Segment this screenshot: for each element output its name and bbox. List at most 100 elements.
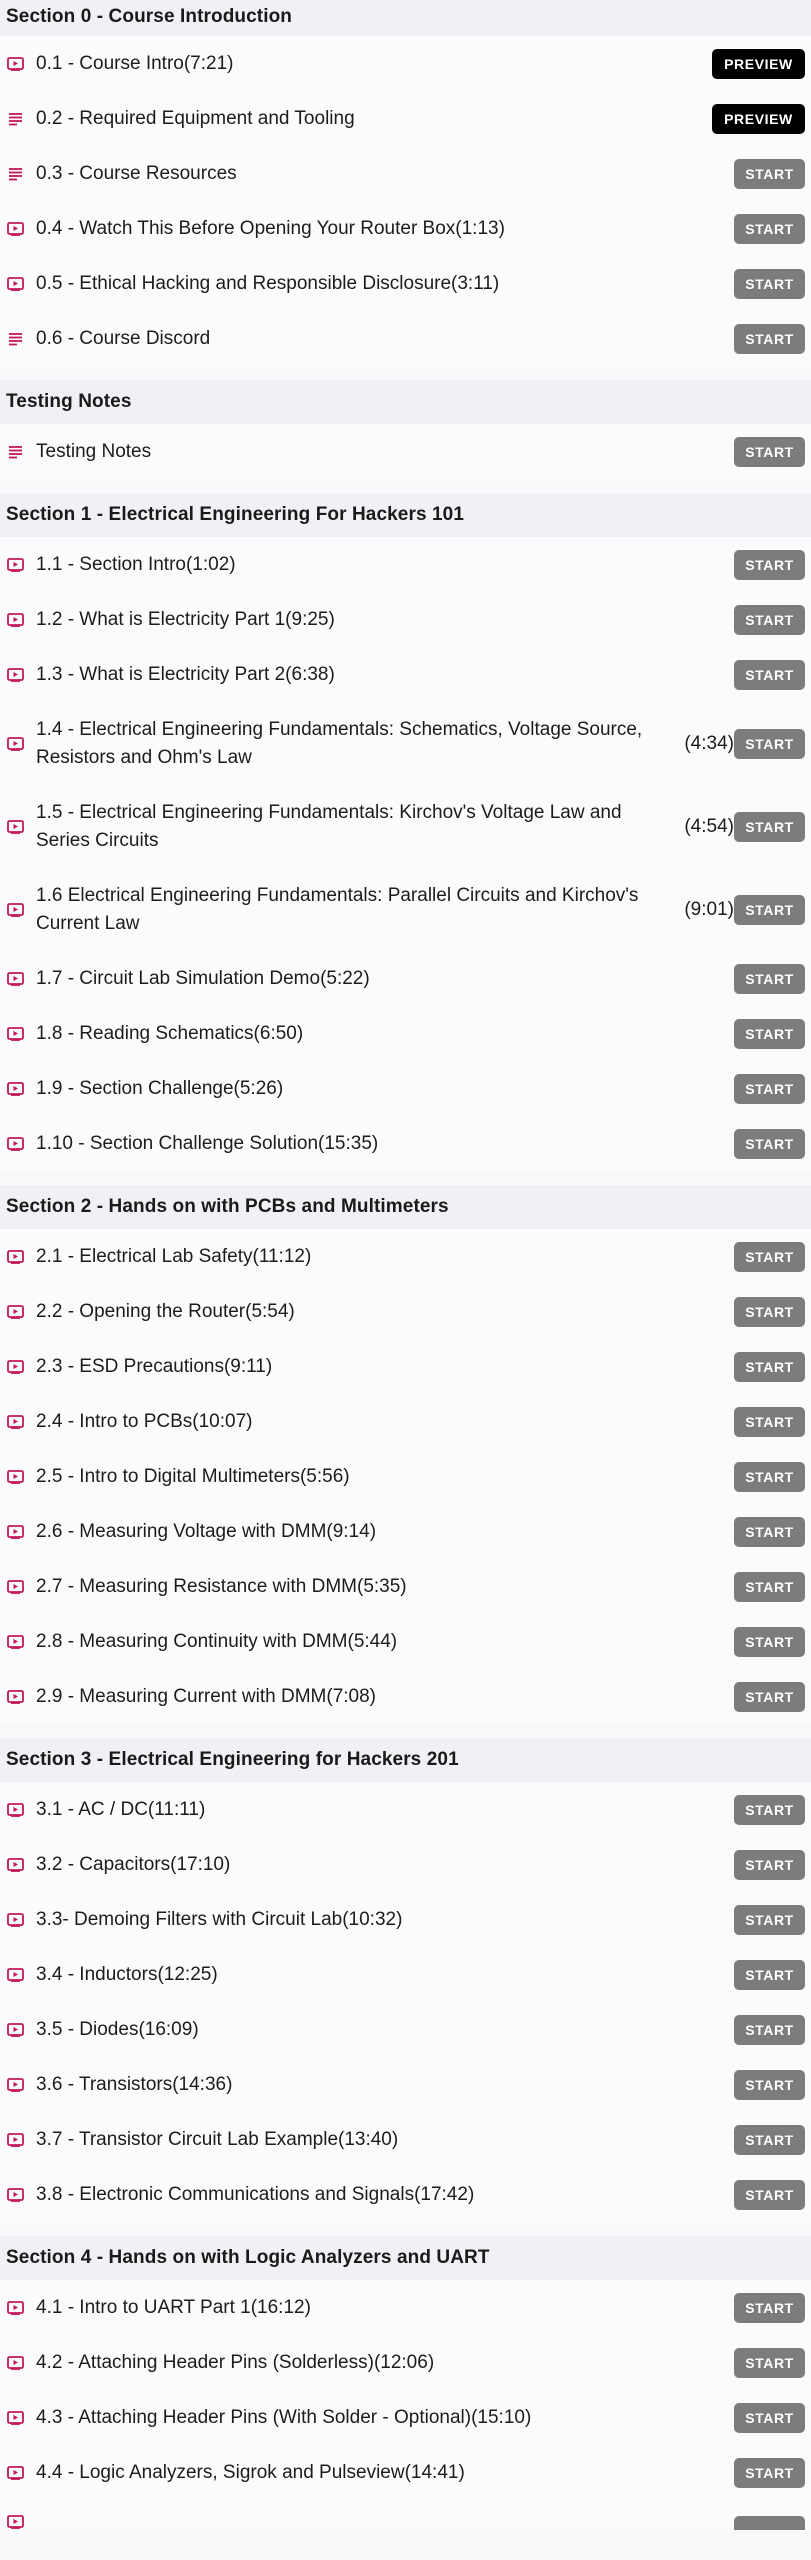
start-button[interactable]: START <box>734 2347 805 2378</box>
lecture-item[interactable]: 1.8 - Reading Schematics(6:50) START <box>0 1006 811 1061</box>
lecture-item[interactable]: 1.5 - Electrical Engineering Fundamental… <box>0 785 811 868</box>
lecture-item[interactable]: 0.6 - Course Discord START <box>0 311 811 366</box>
lecture-item[interactable]: 4.4 - Logic Analyzers, Sigrok and Pulsev… <box>0 2445 811 2500</box>
lecture-item[interactable]: 0.1 - Course Intro(7:21) PREVIEW <box>0 36 811 91</box>
start-button[interactable]: START <box>734 963 805 994</box>
start-button[interactable]: START <box>734 158 805 189</box>
lecture-item[interactable]: 2.8 - Measuring Continuity with DMM(5:44… <box>0 1614 811 1669</box>
start-button[interactable]: START <box>734 549 805 580</box>
video-icon <box>7 1468 24 1485</box>
start-button[interactable]: START <box>734 1959 805 1990</box>
lecture-item[interactable]: 0.4 - Watch This Before Opening Your Rou… <box>0 201 811 256</box>
start-button[interactable]: START <box>734 213 805 244</box>
start-button[interactable]: START <box>734 2292 805 2323</box>
lecture-item[interactable]: 1.2 - What is Electricity Part 1(9:25) ST… <box>0 592 811 647</box>
lecture-item[interactable]: 2.5 - Intro to Digital Multimeters(5:56)… <box>0 1449 811 1504</box>
start-button[interactable]: START <box>734 323 805 354</box>
start-button[interactable]: START <box>734 1904 805 1935</box>
lecture-title: 1.1 - Section Intro(1:02) <box>36 553 236 575</box>
lecture-item[interactable]: 2.1 - Electrical Lab Safety(11:12) START <box>0 1229 811 1284</box>
start-button[interactable]: START <box>734 1128 805 1159</box>
start-button[interactable]: START <box>734 2457 805 2488</box>
start-button[interactable]: START <box>734 2179 805 2210</box>
lecture-item[interactable]: 3.2 - Capacitors(17:10) START <box>0 1837 811 1892</box>
lecture-item[interactable]: 0.3 - Course Resources START <box>0 146 811 201</box>
section-title: Testing Notes <box>0 380 811 424</box>
start-button[interactable]: START <box>734 604 805 635</box>
lecture-item[interactable]: 4.1 - Intro to UART Part 1(16:12) START <box>0 2280 811 2335</box>
preview-button[interactable]: PREVIEW <box>712 103 805 134</box>
lecture-item[interactable]: 3.4 - Inductors(12:25) START <box>0 1947 811 2002</box>
curriculum-section: Section 2 - Hands on with PCBs and Multi… <box>0 1185 811 1724</box>
lecture-item[interactable]: 1.1 - Section Intro(1:02) START <box>0 537 811 592</box>
lecture-item[interactable]: 2.6 - Measuring Voltage with DMM(9:14) ST… <box>0 1504 811 1559</box>
lecture-item[interactable]: 2.7 - Measuring Resistance with DMM(5:35… <box>0 1559 811 1614</box>
lecture-title: 4.2 - Attaching Header Pins (Solderless)… <box>36 2351 435 2373</box>
start-button[interactable]: START <box>734 1626 805 1657</box>
start-button[interactable]: START <box>734 1461 805 1492</box>
lecture-item[interactable]: 1.4 - Electrical Engineering Fundamental… <box>0 702 811 785</box>
lecture-item[interactable]: 4.5START <box>0 2500 811 2530</box>
start-button[interactable]: START <box>734 2124 805 2155</box>
section-title: Section 3 - Electrical Engineering for H… <box>0 1738 811 1782</box>
start-button[interactable]: START <box>734 436 805 467</box>
lecture-item[interactable]: 0.5 - Ethical Hacking and Responsible Di… <box>0 256 811 311</box>
start-button[interactable]: START <box>734 1794 805 1825</box>
video-icon <box>7 2299 24 2316</box>
start-button[interactable]: START <box>734 2014 805 2045</box>
lecture-item[interactable]: 3.7 - Transistor Circuit Lab Example(13:… <box>0 2112 811 2167</box>
start-button[interactable]: START <box>734 894 805 925</box>
lecture-title: 3.6 - Transistors(14:36) <box>36 2073 233 2095</box>
lecture-title: 2.1 - Electrical Lab Safety(11:12) <box>36 1245 312 1267</box>
lecture-item[interactable]: 2.4 - Intro to PCBs(10:07) START <box>0 1394 811 1449</box>
curriculum-section: Section 0 - Course Introduction 0.1 - Cou… <box>0 0 811 366</box>
start-button[interactable]: START <box>734 1296 805 1327</box>
start-button[interactable]: START <box>734 1241 805 1272</box>
video-icon <box>7 2021 24 2038</box>
lecture-item[interactable]: 2.9 - Measuring Current with DMM(7:08) ST… <box>0 1669 811 1724</box>
lecture-title: 2.3 - ESD Precautions(9:11) <box>36 1355 273 1377</box>
lecture-item[interactable]: 0.2 - Required Equipment and Tooling PREV… <box>0 91 811 146</box>
start-button[interactable]: START <box>734 659 805 690</box>
start-button[interactable]: START <box>734 1516 805 1547</box>
course-curriculum: Section 0 - Course Introduction 0.1 - Cou… <box>0 0 811 2530</box>
video-icon <box>7 735 24 752</box>
lecture-title: 3.3- Demoing Filters with Circuit Lab(10… <box>36 1908 403 1930</box>
text-icon <box>7 165 24 182</box>
start-button[interactable]: START <box>734 2516 805 2530</box>
start-button[interactable]: START <box>734 268 805 299</box>
start-button[interactable]: START <box>734 1681 805 1712</box>
lecture-item[interactable]: 3.5 - Diodes(16:09) START <box>0 2002 811 2057</box>
start-button[interactable]: START <box>734 1073 805 1104</box>
start-button[interactable]: START <box>734 1018 805 1049</box>
lecture-title: 1.3 - What is Electricity Part 2(6:38) <box>36 663 335 685</box>
lecture-item[interactable]: 4.2 - Attaching Header Pins (Solderless)… <box>0 2335 811 2390</box>
lecture-item[interactable]: 1.3 - What is Electricity Part 2(6:38) ST… <box>0 647 811 702</box>
start-button[interactable]: START <box>734 1571 805 1602</box>
preview-button[interactable]: PREVIEW <box>712 48 805 79</box>
lecture-item[interactable]: 3.1 - AC / DC(11:11) START <box>0 1782 811 1837</box>
lecture-item[interactable]: 3.6 - Transistors(14:36) START <box>0 2057 811 2112</box>
video-icon <box>7 275 24 292</box>
lecture-item[interactable]: 3.8 - Electronic Communications and Sign… <box>0 2167 811 2222</box>
lecture-title: 3.2 - Capacitors(17:10) <box>36 1853 231 1875</box>
start-button[interactable]: START <box>734 1351 805 1382</box>
lecture-item[interactable]: 1.10 - Section Challenge Solution(15:35)… <box>0 1116 811 1171</box>
start-button[interactable]: START <box>734 1406 805 1437</box>
start-button[interactable]: START <box>734 2069 805 2100</box>
lecture-item[interactable]: Testing Notes START <box>0 424 811 479</box>
start-button[interactable]: START <box>734 2402 805 2433</box>
lecture-item[interactable]: 1.6 Electrical Engineering Fundamentals:… <box>0 868 811 951</box>
video-icon <box>7 1135 24 1152</box>
video-icon <box>7 2076 24 2093</box>
start-button[interactable]: START <box>734 1849 805 1880</box>
start-button[interactable]: START <box>734 728 805 759</box>
video-icon <box>7 901 24 918</box>
lecture-item[interactable]: 2.2 - Opening the Router(5:54) START <box>0 1284 811 1339</box>
start-button[interactable]: START <box>734 811 805 842</box>
lecture-item[interactable]: 3.3- Demoing Filters with Circuit Lab(10… <box>0 1892 811 1947</box>
lecture-item[interactable]: 1.9 - Section Challenge(5:26) START <box>0 1061 811 1116</box>
lecture-item[interactable]: 2.3 - ESD Precautions(9:11) START <box>0 1339 811 1394</box>
lecture-item[interactable]: 4.3 - Attaching Header Pins (With Solder… <box>0 2390 811 2445</box>
lecture-item[interactable]: 1.7 - Circuit Lab Simulation Demo(5:22) S… <box>0 951 811 1006</box>
